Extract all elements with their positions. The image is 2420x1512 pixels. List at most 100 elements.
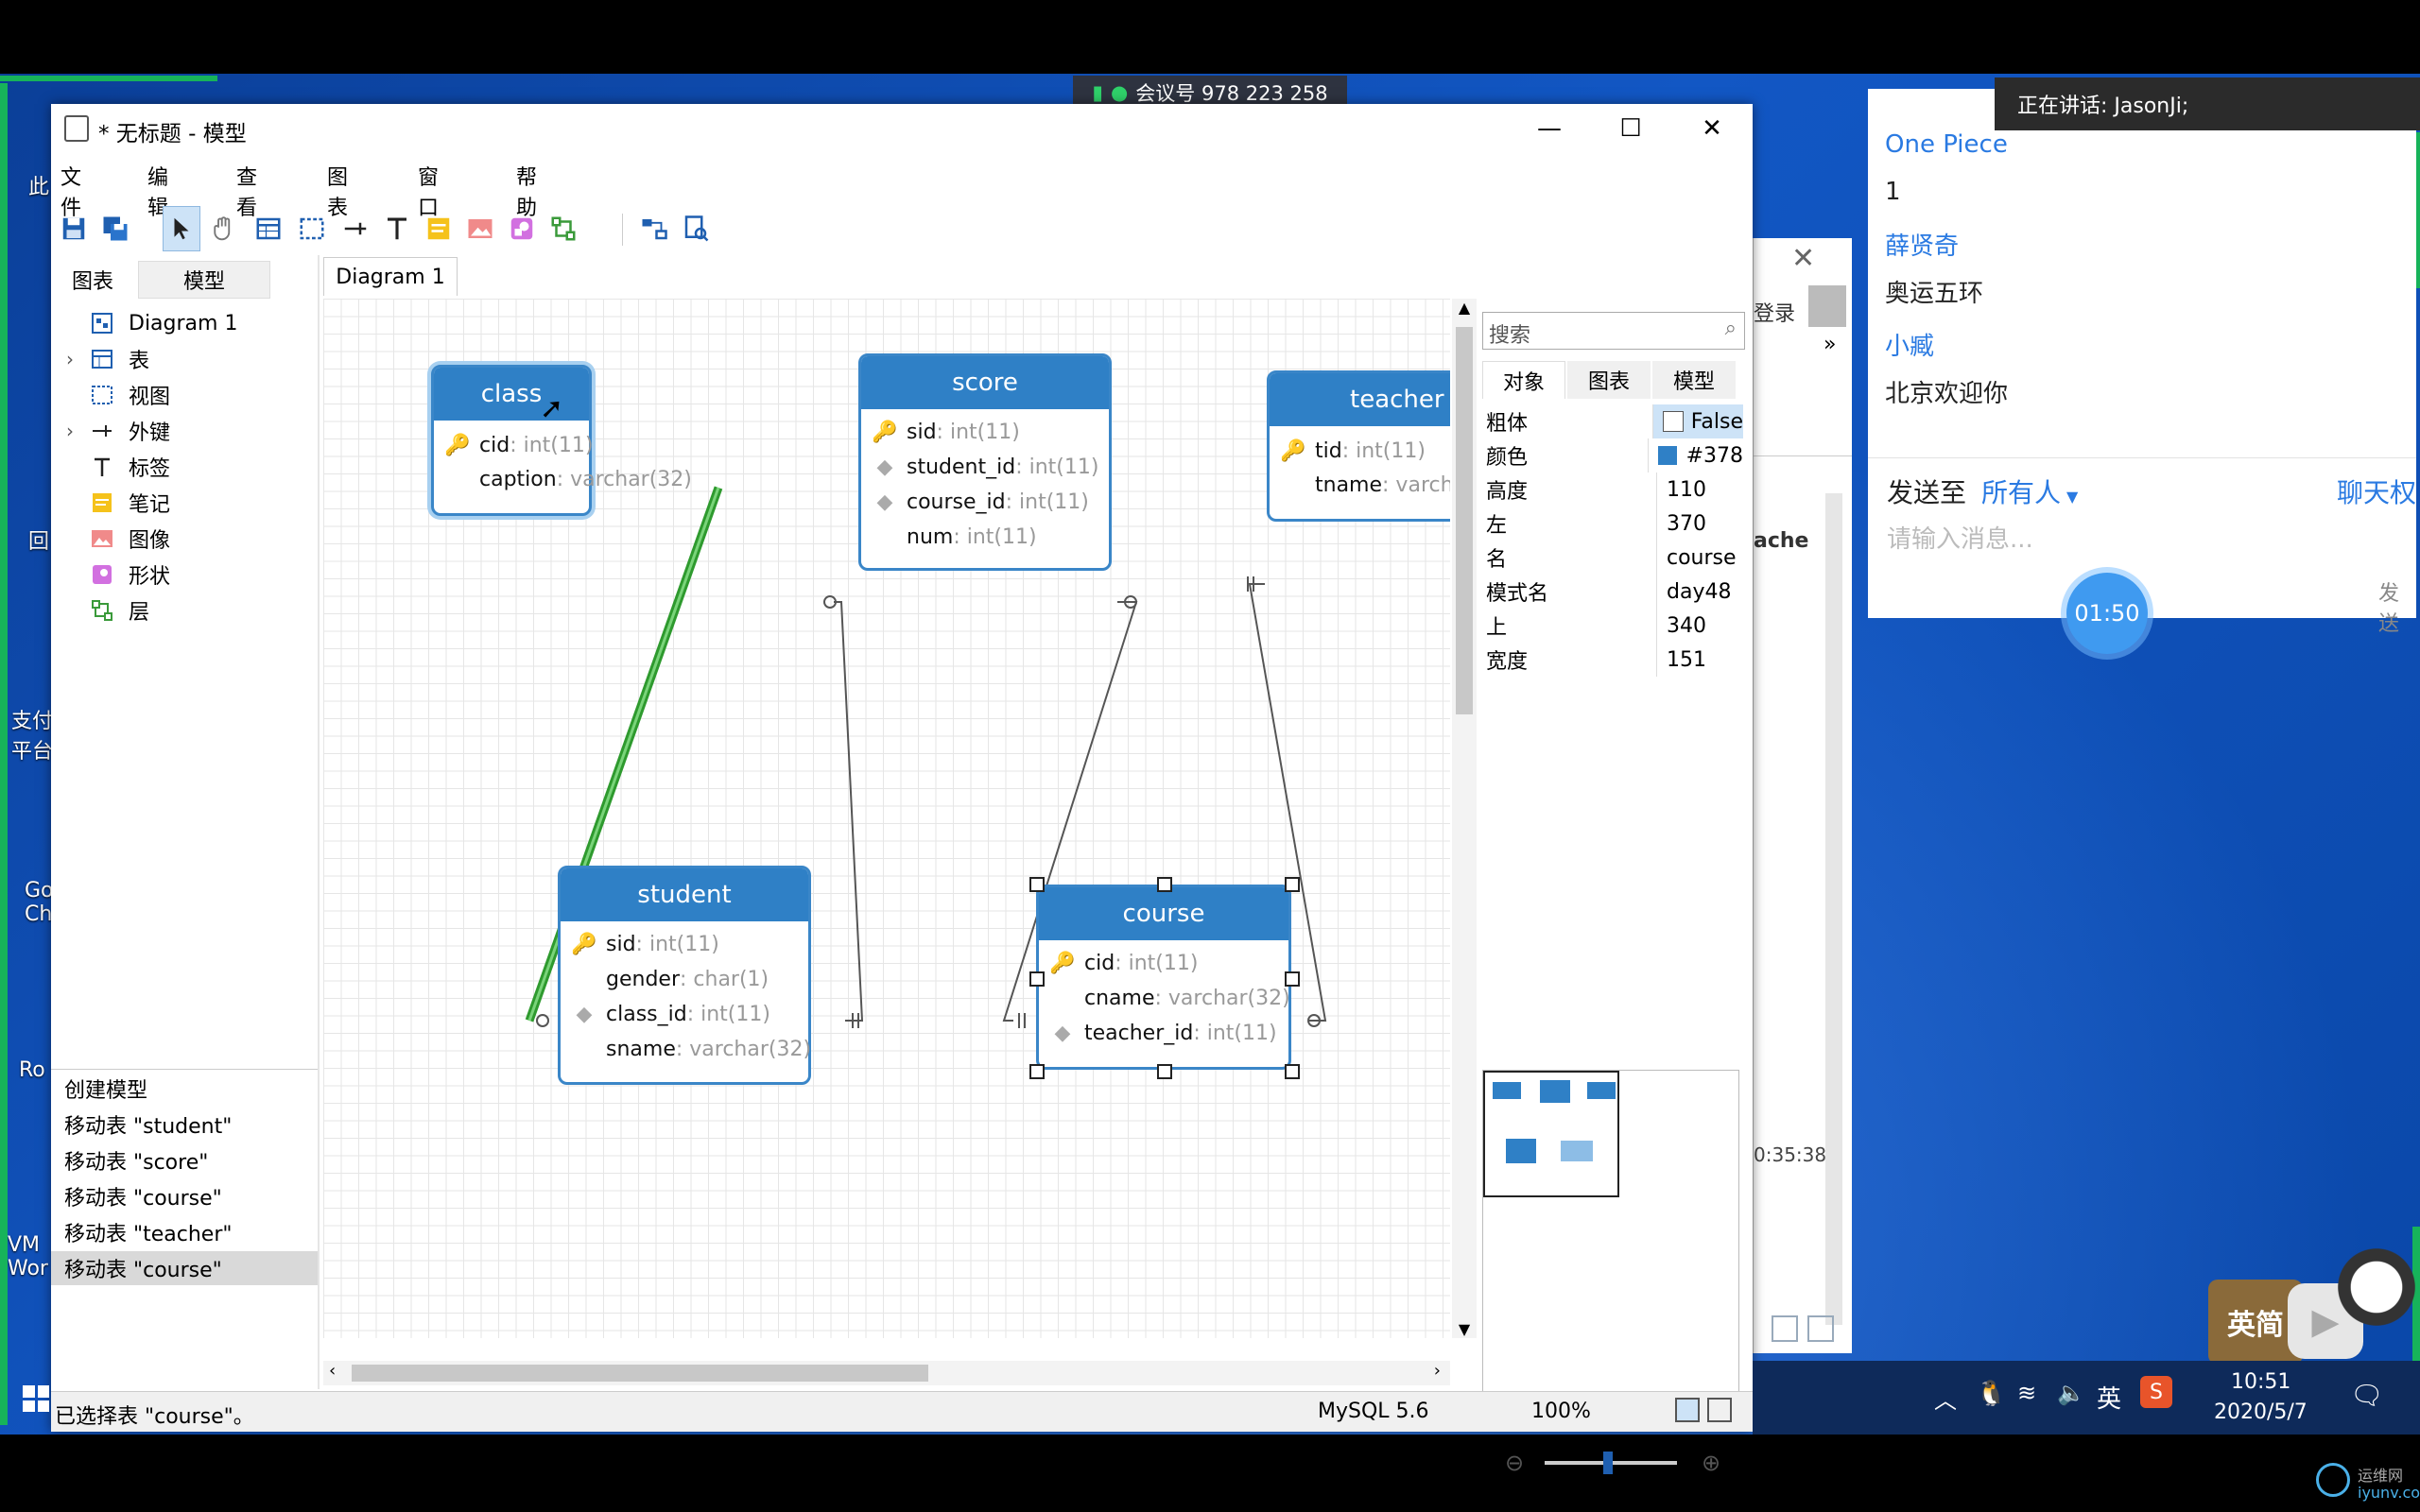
hand-icon[interactable] <box>204 206 242 251</box>
tray-time[interactable]: 10:51 <box>2231 1370 2290 1394</box>
desktop-icon-this-pc[interactable]: 此 <box>28 170 49 200</box>
minimap[interactable] <box>1482 1070 1739 1431</box>
selection-handle[interactable] <box>1029 971 1045 987</box>
tray-expand-icon[interactable]: ︿ <box>1934 1382 1957 1415</box>
behind-chevron-icon[interactable]: » <box>1824 333 1836 356</box>
tree-item-notes[interactable]: 笔记 <box>89 486 170 520</box>
taskbar-layout-icon[interactable] <box>1807 1315 1834 1342</box>
vertical-scrollbar[interactable]: ▲ ▼ <box>1452 299 1477 1338</box>
new-view-icon[interactable] <box>293 206 331 251</box>
minimize-button[interactable]: — <box>1509 104 1590 153</box>
tray-qq-icon[interactable]: 🐧 <box>1976 1380 2006 1408</box>
field-row[interactable]: ◆ student_id: int(11) <box>861 450 1099 484</box>
entity-student[interactable]: student 🔑 sid: int(11) gender: char(1) ◆ c… <box>558 866 811 1085</box>
zoom-slider-thumb[interactable] <box>1603 1452 1613 1474</box>
print-preview-icon[interactable] <box>677 206 715 251</box>
desktop-icon-pay-platform[interactable]: 支付 平台 <box>11 704 53 765</box>
history-item[interactable]: 移动表 "teacher" <box>51 1215 318 1249</box>
image-tool-icon[interactable] <box>461 206 499 251</box>
field-row[interactable]: ◆ class_id: int(11) <box>561 997 770 1031</box>
zoom-slider[interactable] <box>1545 1452 1677 1474</box>
field-row[interactable]: 🔑 sid: int(11) <box>861 415 1020 449</box>
field-row[interactable]: 🔑 sid: int(11) <box>561 927 719 961</box>
tray-sogou-icon[interactable]: S <box>2140 1376 2172 1408</box>
taskbar-layout-icon[interactable] <box>1772 1315 1798 1342</box>
tree-item-labels[interactable]: 标签 <box>89 450 170 484</box>
field-row[interactable]: num: int(11) <box>861 520 1037 554</box>
desktop-icon-vmware[interactable]: VM Wor <box>8 1233 48 1280</box>
expand-chevron-icon[interactable]: › <box>66 420 74 442</box>
tree-item-views[interactable]: 视图 <box>89 378 170 412</box>
tree-item-diagram1[interactable]: Diagram 1 <box>89 306 237 340</box>
behind-scrollbar[interactable] <box>1825 493 1842 1325</box>
property-schema[interactable]: 模式名 day48 <box>1478 575 1743 609</box>
note-tool-icon[interactable] <box>420 206 458 251</box>
scrollbar-thumb[interactable] <box>1456 327 1473 714</box>
bold-checkbox[interactable] <box>1662 411 1684 432</box>
chat-input[interactable]: 请输入消息... <box>1887 520 2033 555</box>
entity-class[interactable]: class 🔑 cid: int(11) caption: varchar(32)… <box>431 365 692 516</box>
behind-login-label[interactable]: 登录 <box>1754 297 1795 327</box>
property-color[interactable]: 颜色 #378 <box>1478 438 1743 472</box>
new-table-icon[interactable] <box>250 206 287 251</box>
scroll-right-arrow-icon[interactable]: › <box>1434 1361 1441 1381</box>
history-item[interactable]: 移动表 "score" <box>51 1143 318 1177</box>
label-tool-icon[interactable] <box>378 206 416 251</box>
tree-item-tables[interactable]: › 表 <box>66 342 149 376</box>
tray-wifi-icon[interactable]: ≋ <box>2017 1380 2036 1406</box>
tree-item-images[interactable]: 图像 <box>89 522 170 556</box>
history-item[interactable]: 创建模型 <box>51 1072 318 1106</box>
notification-icon[interactable]: 🗨 <box>2350 1380 2384 1411</box>
selection-handle[interactable] <box>1029 1064 1045 1079</box>
tree-item-shapes[interactable]: 形状 <box>89 558 170 592</box>
tray-ime-label[interactable]: 英 <box>2097 1380 2121 1415</box>
diagram-canvas[interactable]: class 🔑 cid: int(11) caption: varchar(32)… <box>323 299 1450 1338</box>
horizontal-scrollbar[interactable]: ‹ › <box>323 1361 1450 1385</box>
tab-model-right[interactable]: 模型 <box>1652 361 1736 399</box>
close-button[interactable]: ✕ <box>1671 104 1753 153</box>
zoom-in-icon[interactable]: ⊕ <box>1702 1450 1720 1476</box>
field-row[interactable]: sname: varchar(32) <box>561 1032 811 1066</box>
property-height[interactable]: 高度 110 <box>1478 472 1743 507</box>
send-to-dropdown[interactable]: 所有人 ▼ <box>1981 472 2078 510</box>
tab-diagram-left[interactable]: 图表 <box>51 261 134 299</box>
property-bold[interactable]: 粗体 False <box>1478 404 1743 438</box>
history-item[interactable]: 移动表 "student" <box>51 1108 318 1142</box>
field-row[interactable]: gender: char(1) <box>561 962 769 996</box>
start-button-icon[interactable] <box>23 1385 49 1412</box>
tree-item-layers[interactable]: 层 <box>89 593 149 627</box>
selection-handle[interactable] <box>1285 1064 1300 1079</box>
behind-window-close-icon[interactable]: ✕ <box>1791 242 1815 275</box>
field-row[interactable]: cname: varchar(32) <box>1039 981 1290 1015</box>
tray-volume-icon[interactable]: 🔈 <box>2057 1380 2085 1406</box>
selection-handle[interactable] <box>1157 1064 1172 1079</box>
property-name[interactable]: 名 course <box>1478 541 1743 575</box>
scroll-up-arrow-icon[interactable]: ▲ <box>1452 299 1477 317</box>
tab-model-left[interactable]: 模型 <box>138 261 270 299</box>
save-icon[interactable] <box>55 206 93 251</box>
desktop-icon-recycle[interactable]: 回 <box>28 524 49 555</box>
field-row[interactable]: 🔑 cid: int(11) <box>434 428 593 462</box>
field-row[interactable]: tname: varchar(32) <box>1270 468 1450 502</box>
property-top[interactable]: 上 340 <box>1478 609 1743 643</box>
desktop-icon-chrome[interactable]: Go Ch <box>25 879 54 926</box>
tray-date[interactable]: 2020/5/7 <box>2214 1400 2308 1424</box>
maximize-button[interactable]: ☐ <box>1590 104 1671 153</box>
property-left[interactable]: 左 370 <box>1478 507 1743 541</box>
foreign-key-tool-icon[interactable] <box>337 206 374 251</box>
selection-handle[interactable] <box>1285 971 1300 987</box>
field-row[interactable]: ◆ course_id: int(11) <box>861 485 1089 519</box>
layout-toggle-icon[interactable] <box>1707 1398 1732 1422</box>
scrollbar-thumb[interactable] <box>352 1365 928 1382</box>
expand-chevron-icon[interactable]: › <box>66 348 74 370</box>
entity-course[interactable]: course 🔑 cid: int(11) cname: varchar(32) … <box>1036 885 1291 1070</box>
selection-handle[interactable] <box>1157 877 1172 892</box>
tab-object[interactable]: 对象 <box>1482 361 1565 399</box>
auto-layout-icon[interactable] <box>635 206 673 251</box>
scroll-down-arrow-icon[interactable]: ▼ <box>1452 1320 1477 1338</box>
tree-item-foreign-keys[interactable]: › 外键 <box>66 414 170 448</box>
layout-toggle-icon[interactable] <box>1675 1398 1700 1422</box>
history-item-selected[interactable]: 移动表 "course" <box>51 1251 318 1285</box>
chat-permission-link[interactable]: 聊天权 <box>2337 472 2416 510</box>
selection-handle[interactable] <box>1285 877 1300 892</box>
